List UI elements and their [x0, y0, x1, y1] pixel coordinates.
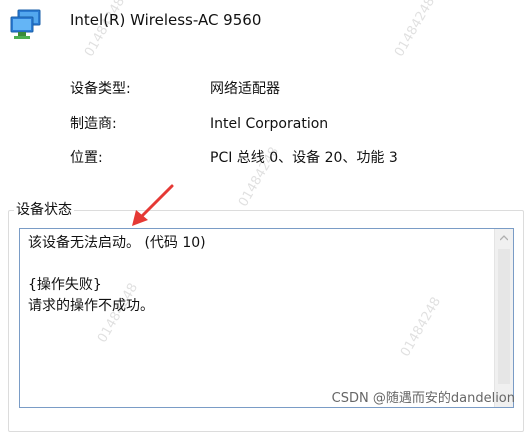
scroll-up-button[interactable]	[495, 229, 513, 247]
location-value: PCI 总线 0、设备 20、功能 3	[210, 150, 398, 166]
device-name: Intel(R) Wireless-AC 9560	[70, 11, 262, 29]
csdn-credit: CSDN @随遇而安的dandelion	[331, 391, 515, 406]
device-status-title: 设备状态	[14, 201, 74, 219]
manufacturer-label: 制造商:	[70, 116, 117, 132]
manufacturer-value: Intel Corporation	[210, 116, 329, 132]
device-type-value: 网络适配器	[210, 81, 280, 97]
network-adapter-icon	[8, 8, 44, 40]
chevron-up-icon	[500, 235, 508, 241]
vertical-scrollbar[interactable]	[494, 229, 513, 407]
scroll-thumb[interactable]	[498, 249, 510, 384]
annotation-arrow-icon	[118, 180, 178, 230]
watermark: 01484248	[392, 0, 439, 60]
device-status-text: 该设备无法启动。 (代码 10) {操作失败} 请求的操作不成功。	[28, 235, 206, 314]
location-label: 位置:	[70, 150, 103, 166]
device-status-textbox[interactable]: 该设备无法启动。 (代码 10) {操作失败} 请求的操作不成功。	[19, 228, 514, 408]
device-type-label: 设备类型:	[70, 81, 131, 97]
